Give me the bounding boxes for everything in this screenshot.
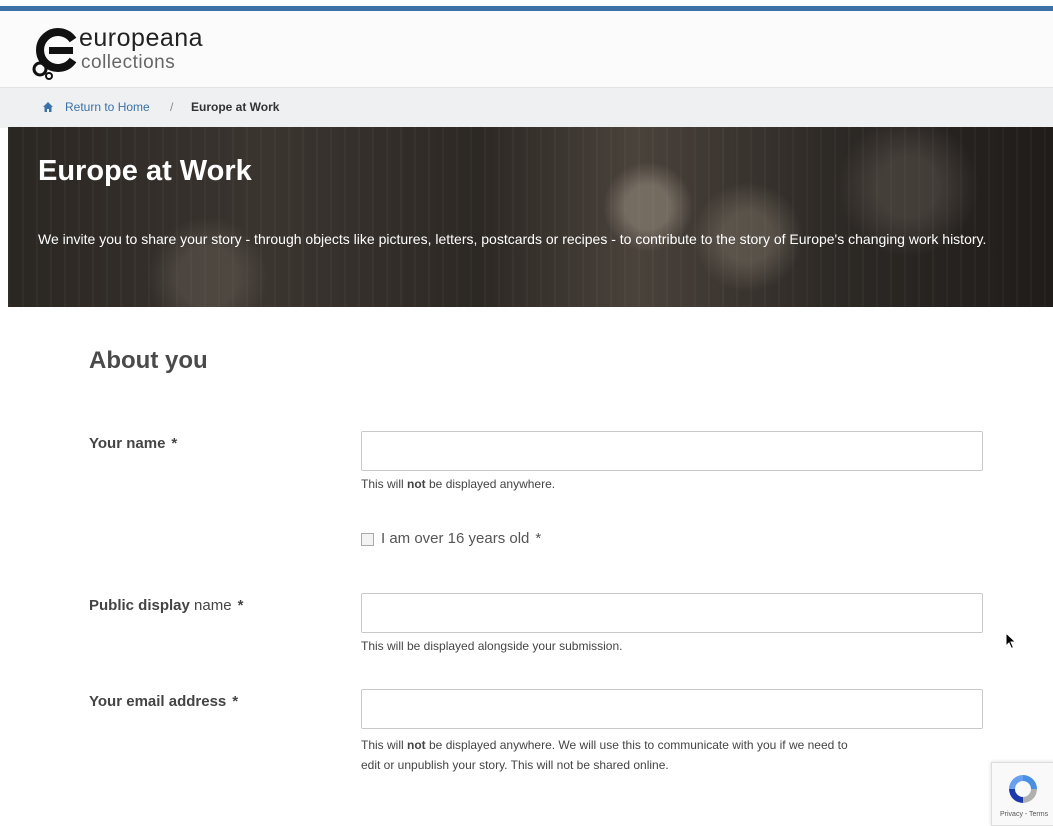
- recaptcha-icon: [1009, 775, 1037, 803]
- display-name-help: This will be displayed alongside your su…: [361, 639, 623, 653]
- breadcrumb-current: Europe at Work: [191, 100, 280, 114]
- name-help-suffix: be displayed anywhere.: [425, 477, 556, 491]
- age-checkbox[interactable]: [361, 532, 374, 546]
- display-name-label-bold: Public: [89, 597, 135, 614]
- hero-description: We invite you to share your story - thro…: [38, 231, 987, 247]
- brand-name: europeana: [79, 24, 204, 52]
- home-icon[interactable]: [43, 102, 53, 112]
- europeana-logo[interactable]: europeana collections: [31, 24, 221, 84]
- name-help: This will not be displayed anywhere.: [361, 474, 555, 494]
- email-help: This will not be displayed anywhere. We …: [361, 735, 961, 775]
- name-input[interactable]: [361, 431, 983, 471]
- brand-subtitle: collections: [81, 52, 176, 73]
- section-title: About you: [89, 347, 208, 374]
- site-header: europeana collections: [0, 11, 1053, 87]
- display-name-label-end: name: [189, 597, 232, 614]
- age-checkbox-row[interactable]: I am over 16 years old *: [361, 530, 541, 547]
- email-label-text: Your email address: [89, 693, 227, 710]
- recaptcha-links[interactable]: Privacy - Terms: [1000, 811, 1048, 818]
- breadcrumb-home-link[interactable]: Return to Home: [65, 100, 150, 114]
- email-input[interactable]: [361, 689, 983, 729]
- name-help-bold: not: [407, 477, 426, 491]
- europeana-logo-icon: [32, 28, 77, 80]
- breadcrumb: Return to Home / Europe at Work: [0, 87, 1053, 128]
- recaptcha-badge[interactable]: Privacy - Terms: [991, 762, 1053, 826]
- required-mark: *: [535, 530, 542, 547]
- email-help-prefix: This will: [361, 738, 408, 752]
- required-mark: *: [237, 597, 244, 614]
- name-help-prefix: This will: [361, 477, 408, 491]
- email-help-line2: edit or unpublish your story. This will …: [361, 758, 669, 772]
- email-label: Your email address *: [89, 693, 238, 710]
- email-help-suffix: be displayed anywhere. We will use this …: [425, 738, 848, 752]
- hero-background-image: [8, 127, 1053, 307]
- required-mark: *: [232, 693, 239, 710]
- age-checkbox-label[interactable]: I am over 16 years old: [381, 530, 529, 547]
- mouse-cursor-icon: [1005, 632, 1017, 650]
- hero-banner: Europe at Work We invite you to share yo…: [8, 127, 1053, 307]
- name-label: Your name *: [89, 435, 177, 452]
- page-title: Europe at Work: [38, 155, 252, 187]
- display-name-label-mid: display: [134, 597, 190, 614]
- name-label-text: Your name: [89, 435, 166, 452]
- required-mark: *: [171, 435, 178, 452]
- display-name-input[interactable]: [361, 593, 983, 633]
- breadcrumb-separator: /: [170, 100, 174, 114]
- email-help-bold: not: [407, 738, 426, 752]
- display-name-label: Public display name *: [89, 597, 243, 614]
